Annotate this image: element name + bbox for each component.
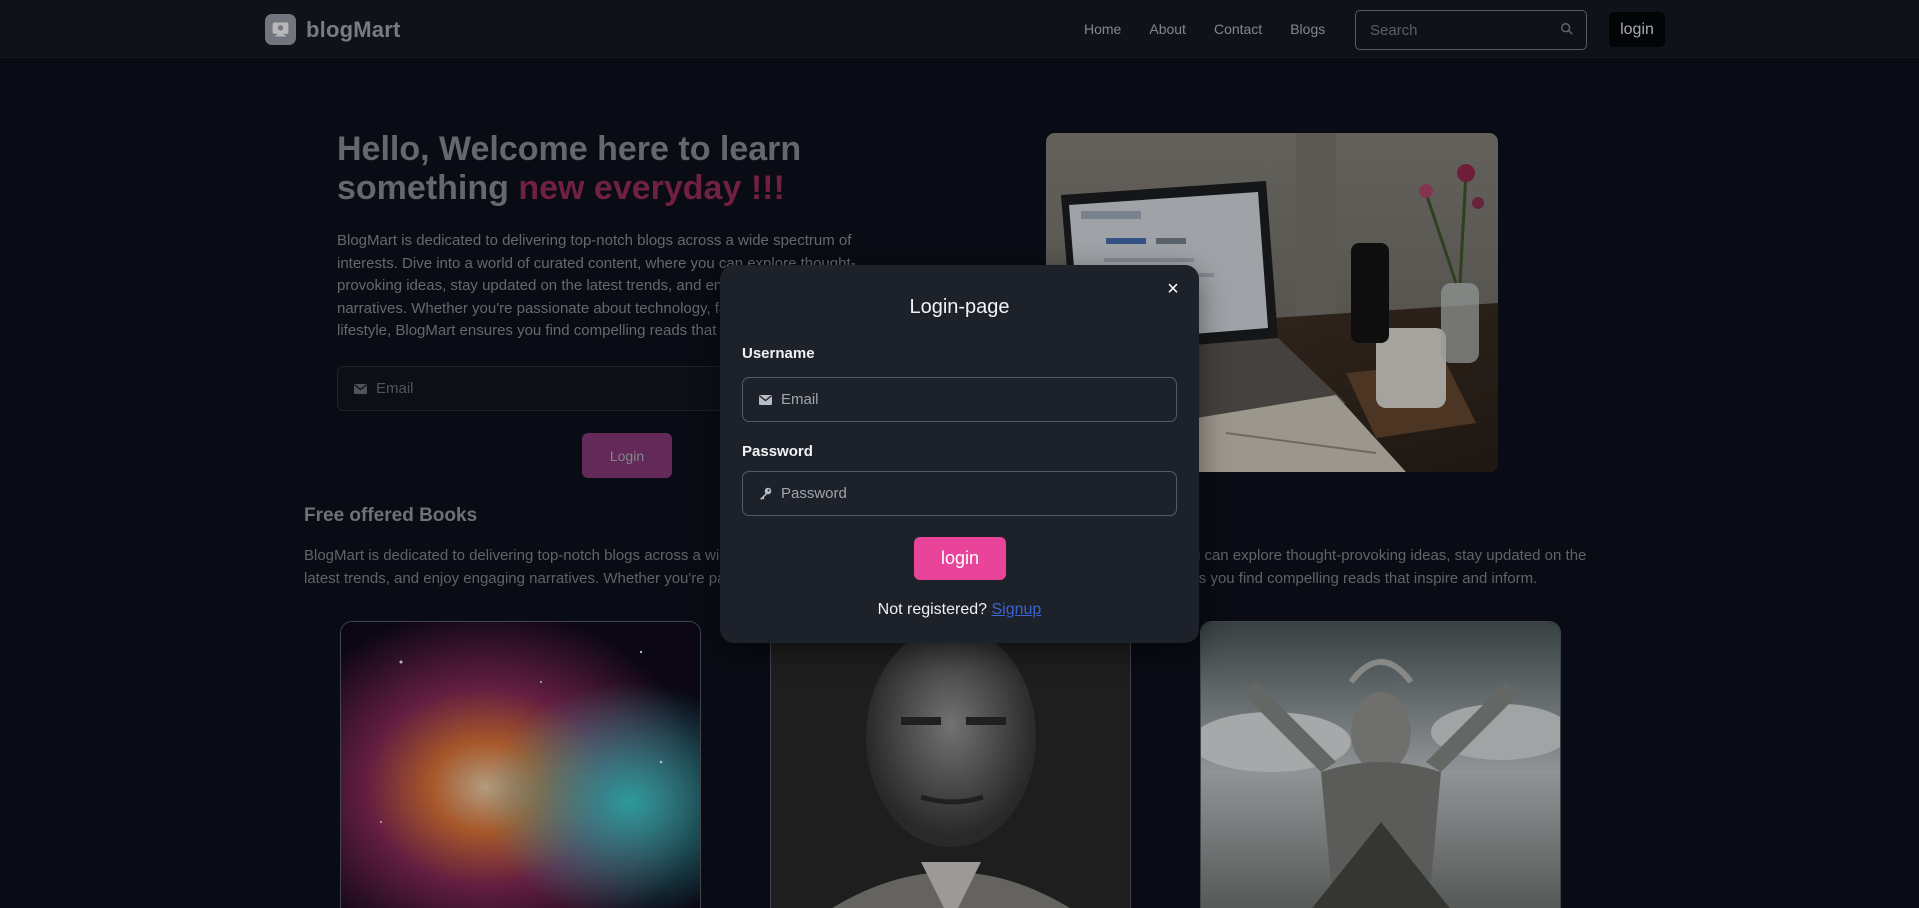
modal-login-button[interactable]: login <box>914 537 1006 580</box>
envelope-icon <box>759 394 772 405</box>
not-registered-text: Not registered? <box>877 601 988 618</box>
username-input[interactable] <box>781 391 1161 408</box>
modal-title: Login-page <box>909 296 1010 318</box>
username-label: Username <box>742 345 815 362</box>
key-icon <box>760 487 772 500</box>
password-label: Password <box>742 443 813 460</box>
login-modal: × Login-page Username Password login Not… <box>720 265 1199 643</box>
signup-link[interactable]: Signup <box>992 601 1042 618</box>
username-field[interactable] <box>742 377 1177 422</box>
password-field[interactable] <box>742 471 1177 516</box>
password-input[interactable] <box>781 485 1161 502</box>
signup-prompt: Not registered? Signup <box>720 601 1199 619</box>
